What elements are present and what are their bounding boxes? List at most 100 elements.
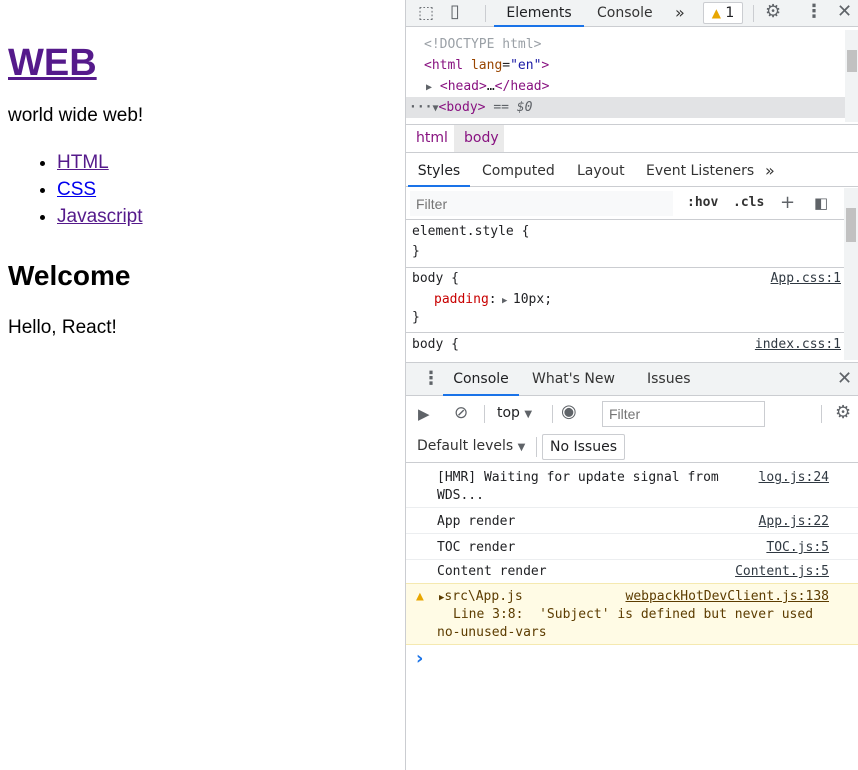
- tab-computed[interactable]: Computed: [482, 157, 555, 187]
- dom-scroll-thumb[interactable]: [847, 50, 857, 72]
- warning-icon: ▲: [416, 589, 424, 604]
- toolbar-divider: [536, 437, 537, 457]
- message-source-link[interactable]: log.js:24: [759, 469, 829, 487]
- console-drawer: ⋮ Console What's New Issues ✕ ▶ ⊘ top ▼ …: [406, 362, 858, 770]
- inspect-element-icon[interactable]: ⬚: [418, 3, 434, 23]
- message-source-link[interactable]: App.js:22: [759, 513, 829, 531]
- toolbar-divider: [821, 405, 822, 423]
- context-selector[interactable]: top ▼: [497, 405, 532, 421]
- dom-scrollbar[interactable]: [845, 30, 858, 122]
- drawer-tabbar: ⋮ Console What's New Issues ✕: [406, 363, 858, 396]
- body-rule-close: }: [412, 310, 420, 325]
- styles-filter-input[interactable]: [410, 191, 673, 216]
- tabbar-divider: [485, 5, 486, 22]
- tab-console[interactable]: Console: [597, 0, 653, 27]
- nav-link-javascript[interactable]: Javascript: [57, 206, 143, 227]
- cls-toggle[interactable]: .cls: [733, 195, 764, 210]
- tab-event-listeners[interactable]: Event Listeners: [646, 157, 754, 187]
- nav-item: CSS: [57, 176, 397, 203]
- no-issues-button[interactable]: No Issues: [542, 434, 625, 460]
- nav-link-css[interactable]: CSS: [57, 179, 96, 200]
- console-message: TOC render TOC.js:5: [406, 535, 858, 560]
- drawer-tab-issues[interactable]: Issues: [647, 363, 691, 396]
- message-text: [HMR] Waiting for update signal from WDS…: [437, 470, 727, 503]
- issues-count: 1: [725, 5, 735, 21]
- warning-expandable[interactable]: ▶src\App.js: [439, 588, 523, 607]
- tab-styles[interactable]: Styles: [408, 157, 470, 187]
- console-filter-input[interactable]: [602, 401, 765, 427]
- doctype-node[interactable]: <!DOCTYPE html>: [424, 34, 541, 55]
- app-css-source-link[interactable]: App.css:1: [771, 269, 841, 289]
- node-actions-icon[interactable]: ···: [409, 100, 432, 115]
- breadcrumb-body[interactable]: body: [454, 125, 504, 152]
- hov-toggle[interactable]: :hov: [687, 195, 718, 210]
- body-rule-selector-2[interactable]: body {: [412, 335, 459, 355]
- toolbar-divider: [484, 405, 485, 423]
- nav-list: HTML CSS Javascript: [8, 149, 397, 230]
- console-message: App render App.js:22: [406, 509, 858, 534]
- clear-console-icon[interactable]: ⊘: [454, 403, 468, 423]
- styles-more-tabs-button[interactable]: »: [765, 157, 775, 187]
- toggle-sidebar-icon[interactable]: ◧: [814, 193, 828, 213]
- element-style-rule[interactable]: element.style {: [412, 222, 529, 242]
- live-expression-eye-icon[interactable]: ◉: [561, 402, 577, 422]
- tabbar-divider: [753, 5, 754, 22]
- message-text: App render: [437, 514, 516, 529]
- element-style-close: }: [412, 244, 420, 259]
- expand-triangle-icon[interactable]: ▶: [426, 82, 432, 93]
- tab-elements[interactable]: Elements: [494, 0, 584, 27]
- console-message: [HMR] Waiting for update signal from WDS…: [406, 464, 858, 508]
- close-drawer-icon[interactable]: ✕: [837, 369, 852, 389]
- html-node[interactable]: <html lang="en">: [424, 55, 549, 76]
- more-tabs-button[interactable]: »: [675, 0, 685, 27]
- devtools-tabbar: ⬚ ▯ Elements Console » ▲ 1 ⚙ ⋮ ✕: [406, 0, 858, 27]
- drawer-tab-console[interactable]: Console: [443, 363, 519, 396]
- body-node-selected[interactable]: ···▼<body> == $0: [406, 97, 845, 118]
- nav-item: HTML: [57, 149, 397, 176]
- styles-scrollbar[interactable]: [844, 188, 858, 360]
- tab-layout[interactable]: Layout: [577, 157, 625, 187]
- index-css-source-link[interactable]: index.css:1: [755, 335, 841, 355]
- head-node[interactable]: ▶ <head>…</head>: [426, 76, 549, 97]
- breadcrumb-html[interactable]: html: [416, 125, 448, 152]
- sidebar-toggle-icon[interactable]: ▶: [418, 404, 430, 424]
- drawer-menu-icon[interactable]: ⋮: [422, 369, 440, 389]
- warning-source-link[interactable]: webpackHotDevClient.js:138: [626, 588, 830, 606]
- warning-icon: ▲: [711, 6, 721, 20]
- dom-tree: <!DOCTYPE html> <html lang="en"> ▶ <head…: [406, 30, 858, 122]
- page-heading: WEB: [8, 41, 397, 85]
- close-devtools-icon[interactable]: ✕: [837, 2, 852, 22]
- page-viewport: WEB world wide web! HTML CSS Javascript …: [0, 0, 405, 770]
- heading-link[interactable]: WEB: [8, 42, 97, 84]
- console-warning: ▲ ▶src\App.js webpackHotDevClient.js:138…: [406, 583, 858, 645]
- message-source-link[interactable]: TOC.js:5: [766, 539, 829, 557]
- chevron-down-icon: ▼: [517, 442, 526, 453]
- body-rule-selector[interactable]: body {: [412, 269, 459, 289]
- console-message: Content render Content.js:5: [406, 561, 858, 583]
- message-source-link[interactable]: Content.js:5: [735, 563, 829, 581]
- drawer-tab-whats-new[interactable]: What's New: [532, 363, 615, 396]
- devtools-panel: ⬚ ▯ Elements Console » ▲ 1 ⚙ ⋮ ✕ <!DOCTY…: [405, 0, 858, 770]
- message-text: Content render: [437, 564, 547, 579]
- warning-detail: Line 3:8: 'Subject' is defined but never…: [453, 607, 814, 622]
- new-style-rule-icon[interactable]: +: [780, 193, 795, 213]
- log-levels-dropdown[interactable]: Default levels ▼: [417, 438, 525, 454]
- console-toolbar: ▶ ⊘ top ▼ ◉ ⚙: [406, 397, 858, 431]
- nav-link-html[interactable]: HTML: [57, 152, 109, 173]
- issues-counter-button[interactable]: ▲ 1: [703, 2, 743, 24]
- padding-declaration[interactable]: padding: ▶ 10px;: [434, 290, 552, 311]
- settings-gear-icon[interactable]: ⚙: [765, 2, 781, 22]
- expand-shorthand-icon[interactable]: ▶: [497, 296, 513, 306]
- more-options-icon[interactable]: ⋮: [805, 2, 823, 22]
- console-settings-icon[interactable]: ⚙: [835, 403, 851, 423]
- rule-divider: [406, 267, 845, 268]
- styles-tabbar: Styles Computed Layout Event Listeners »: [406, 153, 858, 187]
- warning-rule: no-unused-vars: [437, 625, 547, 640]
- styles-scroll-thumb[interactable]: [846, 208, 856, 242]
- device-toolbar-icon[interactable]: ▯: [450, 2, 460, 22]
- console-levels-row: Default levels ▼ No Issues: [406, 431, 858, 463]
- chevron-down-icon: ▼: [524, 409, 533, 420]
- message-text: TOC render: [437, 540, 516, 555]
- toolbar-divider: [552, 405, 553, 423]
- console-prompt[interactable]: ›: [406, 646, 858, 770]
